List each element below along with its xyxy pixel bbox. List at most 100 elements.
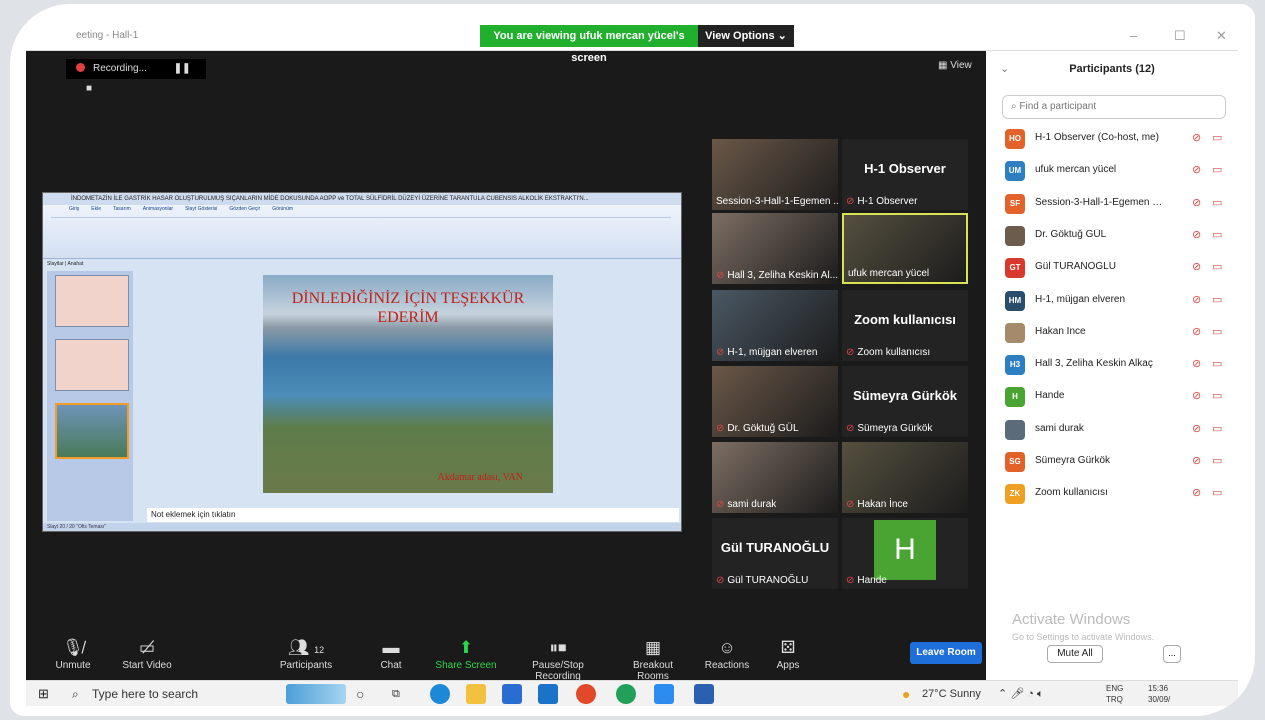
muted-microphone-icon[interactable]: ⊘	[1192, 163, 1201, 176]
video-off-icon[interactable]: ▭	[1212, 131, 1222, 144]
video-off-icon[interactable]: ▭	[1212, 357, 1222, 370]
muted-microphone-icon[interactable]: ⊘	[1192, 389, 1201, 402]
ppt-side-tabs: Slaytlar | Anahat	[47, 261, 84, 267]
cortana-icon[interactable]: ○	[356, 681, 364, 707]
participant-name: Hall 3, Zeliha Keskin Alkaç	[1035, 358, 1153, 370]
chrome-icon[interactable]	[576, 684, 596, 704]
language-indicator[interactable]: ENG TRQ	[1106, 683, 1123, 705]
breakout-rooms-button[interactable]: ▦ Breakout Rooms	[616, 636, 690, 682]
video-tile[interactable]: Gül TURANOĞLU ⊘ Gül TURANOĞLU	[712, 518, 838, 589]
video-tile[interactable]: Sümeyra Gürkök ⊘ Sümeyra Gürkök	[842, 366, 968, 437]
participant-search-input[interactable]: ⌕ Find a participant	[1002, 95, 1226, 119]
store-icon[interactable]	[502, 684, 522, 704]
chat-button[interactable]: ▬ Chat	[366, 636, 416, 671]
participant-name: sami durak	[1035, 422, 1084, 434]
chrome-profile-icon[interactable]	[616, 684, 636, 704]
file-explorer-icon[interactable]	[466, 684, 486, 704]
ppt-ribbon-tab: Tasarım	[113, 206, 131, 212]
video-off-icon[interactable]: ▭	[1212, 260, 1222, 273]
taskbar-search-box[interactable]: ⌕ Type here to search	[64, 681, 274, 707]
video-tile[interactable]: H ⊘ Hande	[842, 518, 968, 589]
muted-microphone-icon[interactable]: ⊘	[1192, 422, 1201, 435]
participant-row[interactable]: UM ufuk mercan yücel ⊘ ▭	[1002, 159, 1228, 183]
ppt-status-bar: Slayt 20 / 20 "Ofis Teması"	[43, 523, 681, 531]
word-icon[interactable]	[694, 684, 714, 704]
muted-microphone-icon[interactable]: ⊘	[1192, 228, 1201, 241]
muted-microphone-icon[interactable]: ⊘	[1192, 293, 1201, 306]
video-off-icon[interactable]: ▭	[1212, 293, 1222, 306]
participant-row[interactable]: Dr. Göktuğ GÜL ⊘ ▭	[1002, 224, 1228, 248]
video-off-icon[interactable]: ▭	[1212, 163, 1222, 176]
close-icon[interactable]: ✕	[1216, 28, 1227, 44]
clock[interactable]: 15:36 30/09/	[1148, 683, 1170, 705]
video-tile[interactable]: ⊘ H-1, müjgan elveren	[712, 290, 838, 361]
video-off-icon[interactable]: ▭	[1212, 389, 1222, 402]
participant-row[interactable]: Hakan İnce ⊘ ▭	[1002, 321, 1228, 345]
video-tile[interactable]: ⊘ sami durak	[712, 442, 838, 513]
muted-microphone-icon[interactable]: ⊘	[1192, 196, 1201, 209]
participant-row[interactable]: ZK Zoom kullanıcısı ⊘ ▭	[1002, 482, 1228, 506]
tile-name-label: ⊘ Gül TURANOĞLU	[716, 575, 808, 586]
ppt-ribbon-tab: Ekle	[91, 206, 102, 212]
tile-name-label: Session-3-Hall-1-Egemen ...	[716, 196, 838, 207]
zoom-icon[interactable]	[654, 684, 674, 704]
pause-recording-icon[interactable]: ❚❚	[174, 63, 191, 74]
muted-microphone-icon[interactable]: ⊘	[1192, 325, 1201, 338]
video-off-icon[interactable]: ▭	[1212, 422, 1222, 435]
muted-microphone-icon[interactable]: ⊘	[1192, 486, 1201, 499]
leave-room-button[interactable]: Leave Room	[910, 642, 982, 664]
recording-indicator: Recording... ❚❚ ■	[66, 59, 206, 94]
muted-microphone-icon: ⊘	[716, 499, 725, 510]
participant-row[interactable]: H3 Hall 3, Zeliha Keskin Alkaç ⊘ ▭	[1002, 353, 1228, 377]
start-video-button[interactable]: ▭̸ Start Video	[116, 636, 178, 671]
apps-button[interactable]: ⚄ Apps	[768, 636, 808, 671]
video-tile[interactable]: Zoom kullanıcısı ⊘ Zoom kullanıcısı	[842, 290, 968, 361]
participants-button[interactable]: 👥︎ 12 Participants	[276, 636, 336, 671]
view-button[interactable]: ▦ View	[938, 60, 972, 71]
windows-start-icon[interactable]: ⊞	[38, 686, 49, 702]
participant-row[interactable]: HO H-1 Observer (Co-host, me) ⊘ ▭	[1002, 127, 1228, 151]
participant-row[interactable]: SG Sümeyra Gürkök ⊘ ▭	[1002, 450, 1228, 474]
more-options-button[interactable]: ...	[1163, 645, 1181, 663]
tile-name: H-1 Observer	[857, 196, 918, 207]
video-off-icon[interactable]: ▭	[1212, 325, 1222, 338]
stop-recording-icon[interactable]: ■	[86, 83, 92, 94]
mute-all-button[interactable]: Mute All	[1047, 645, 1103, 663]
slide-thumbnail-selected	[55, 403, 129, 459]
participant-row[interactable]: HM H-1, müjgan elveren ⊘ ▭	[1002, 289, 1228, 313]
collapse-chevron-icon[interactable]: ⌄	[1000, 51, 1009, 87]
video-tile[interactable]: ⊘ Hall 3, Zeliha Keskin Al...	[712, 213, 838, 284]
reactions-button[interactable]: ☺ Reactions	[702, 636, 752, 671]
maximize-icon[interactable]: ☐	[1174, 28, 1186, 44]
tile-name: sami durak	[727, 499, 777, 510]
video-tile[interactable]: ⊘ Hakan İnce	[842, 442, 968, 513]
muted-microphone-icon[interactable]: ⊘	[1192, 131, 1201, 144]
video-off-icon[interactable]: ▭	[1212, 228, 1222, 241]
screenshot-frame: eeting - Hall-1 You are viewing ufuk mer…	[10, 4, 1255, 716]
minimize-icon[interactable]: –	[1130, 28, 1137, 43]
view-options-button[interactable]: View Options ⌄	[698, 25, 794, 47]
video-off-icon[interactable]: ▭	[1212, 486, 1222, 499]
video-tile[interactable]: Session-3-Hall-1-Egemen ...	[712, 139, 838, 210]
participant-row[interactable]: H Hande ⊘ ▭	[1002, 385, 1228, 409]
muted-microphone-icon[interactable]: ⊘	[1192, 454, 1201, 467]
share-screen-button[interactable]: ⬆ Share Screen	[434, 636, 498, 671]
muted-microphone-icon[interactable]: ⊘	[1192, 357, 1201, 370]
video-tile[interactable]: ufuk mercan yücel	[842, 213, 968, 284]
participant-row[interactable]: GT Gül TURANOĞLU ⊘ ▭	[1002, 256, 1228, 280]
ppt-ribbon-tab: Animasyonlar	[142, 206, 174, 212]
video-tile[interactable]: ⊘ Dr. Göktuğ GÜL	[712, 366, 838, 437]
participant-row[interactable]: SF Session-3-Hall-1-Egemen FOT... ⊘ ▭	[1002, 192, 1228, 216]
edge-icon[interactable]	[430, 684, 450, 704]
muted-microphone-icon[interactable]: ⊘	[1192, 260, 1201, 273]
pause-stop-recording-button[interactable]: ⏸⏹ Pause/Stop Recording	[508, 636, 608, 682]
task-view-icon[interactable]: ⧉	[392, 681, 400, 707]
video-off-icon[interactable]: ▭	[1212, 454, 1222, 467]
tile-name-label: ufuk mercan yücel	[848, 268, 929, 279]
mail-icon[interactable]	[538, 684, 558, 704]
unmute-button[interactable]: 🎙︎̸ Unmute	[46, 636, 100, 671]
tray-chevron-icon[interactable]: ⌃ 🎤︎ ◔ 🔈︎	[998, 681, 1044, 707]
video-tile[interactable]: H-1 Observer ⊘ H-1 Observer	[842, 139, 968, 210]
participant-row[interactable]: sami durak ⊘ ▭	[1002, 418, 1228, 442]
video-off-icon[interactable]: ▭	[1212, 196, 1222, 209]
